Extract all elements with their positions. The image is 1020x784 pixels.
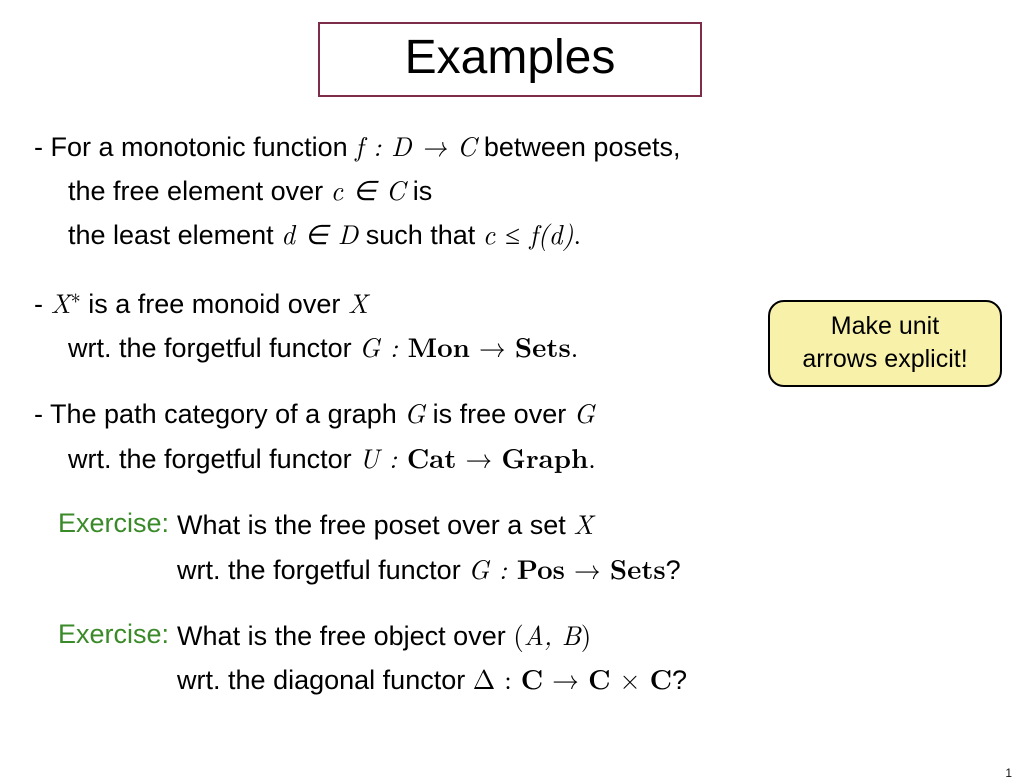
arrow: → [456,438,501,476]
exercise-label: Exercise: [58,619,169,649]
math-cinC: c ∈ C [331,170,406,208]
text: wrt. the diagonal functor [177,665,473,695]
text: is [405,176,432,206]
text: - The path category of a graph [34,399,404,429]
callout-line1: Make unit [776,310,994,343]
bullet-path-category: - The path category of a graph G is free… [34,392,986,481]
text: What is the free object over [177,621,513,651]
text: wrt. the forgetful functor [68,333,359,363]
text: such that [358,220,483,250]
math-X: X [573,504,593,542]
math-G2: G [574,393,595,431]
math-Xstar-star: ∗ [71,280,81,309]
text: the free element over [68,176,331,206]
exercise-2: Exercise: What is the free object over (… [34,614,986,703]
slide: Examples - For a monotonic function f : … [0,0,1020,784]
text: . [571,327,579,365]
title-box: Examples [318,22,702,97]
text: wrt. the forgetful functor [177,555,468,585]
text: ? [666,555,681,585]
text: What is the free poset over a set [177,510,573,540]
cat-sets: Sets [610,548,666,587]
arrow: → [543,659,588,697]
cat-mon: Mon [408,326,470,365]
text: . [574,214,582,252]
text: wrt. the forgetful functor [68,444,359,474]
text: between posets, [476,132,680,162]
math-AB: A, B [524,615,581,653]
cat-C3: C [650,658,672,697]
text: - [34,289,51,319]
text: is free over [425,399,574,429]
math-fdc: f : D → C [355,126,476,164]
math-G: G : [359,327,408,365]
text: - For a monotonic function [34,132,355,162]
text: the least element [68,220,281,250]
exercise-1: Exercise: What is the free poset over a … [34,503,986,592]
arrow: → [470,327,515,365]
cat-sets: Sets [515,326,571,365]
cat-graph: Graph [501,437,588,476]
exercise-label: Exercise: [58,508,169,538]
text: ? [672,665,687,695]
text: . [588,438,596,476]
math-clefd: c ≤ f(d) [483,214,574,252]
math-Xstar-x: X [51,283,71,321]
math-X: X [348,283,368,321]
math-delta: Δ : [473,659,521,697]
cat-C2: C [588,658,610,697]
cat-pos: Pos [517,548,565,587]
math-open: ( [513,615,524,653]
text: is a free monoid over [81,289,348,319]
title-text: Examples [405,31,616,84]
callout-note: Make unit arrows explicit! [768,300,1002,387]
math-G1: G [404,393,425,431]
callout-line2: arrows explicit! [776,343,994,376]
times: × [611,659,650,697]
math-G: G : [468,549,517,587]
math-dinD: d ∈ D [281,214,358,252]
arrow: → [565,549,610,587]
page-number: 1 [1005,766,1012,780]
math-U: U : [359,438,407,476]
cat-C1: C [521,658,543,697]
cat-cat: Cat [407,437,457,476]
bullet-monotonic: - For a monotonic function f : D → C bet… [34,125,986,257]
math-close: ) [581,615,592,653]
